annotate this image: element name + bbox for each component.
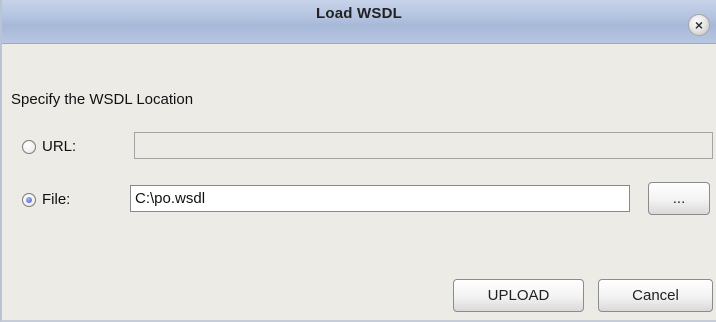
file-radio-icon[interactable] [22, 192, 36, 207]
load-wsdl-dialog: Load WSDL × Specify the WSDL Location UR… [0, 0, 716, 322]
cancel-button[interactable]: Cancel [598, 279, 713, 312]
file-label: File: [42, 191, 71, 208]
url-input[interactable] [134, 132, 713, 159]
url-radio-option[interactable]: URL: [22, 138, 76, 155]
file-path-input[interactable] [130, 185, 630, 212]
browse-button[interactable]: ... [648, 182, 710, 215]
close-icon[interactable]: × [688, 14, 710, 36]
location-heading: Specify the WSDL Location [11, 91, 194, 108]
upload-button[interactable]: UPLOAD [453, 279, 584, 312]
url-label: URL: [42, 138, 77, 155]
url-radio-icon[interactable] [22, 139, 36, 154]
file-radio-option[interactable]: File: [22, 191, 70, 208]
title-bar[interactable]: Load WSDL × [2, 0, 716, 44]
dialog-title: Load WSDL [316, 5, 402, 22]
